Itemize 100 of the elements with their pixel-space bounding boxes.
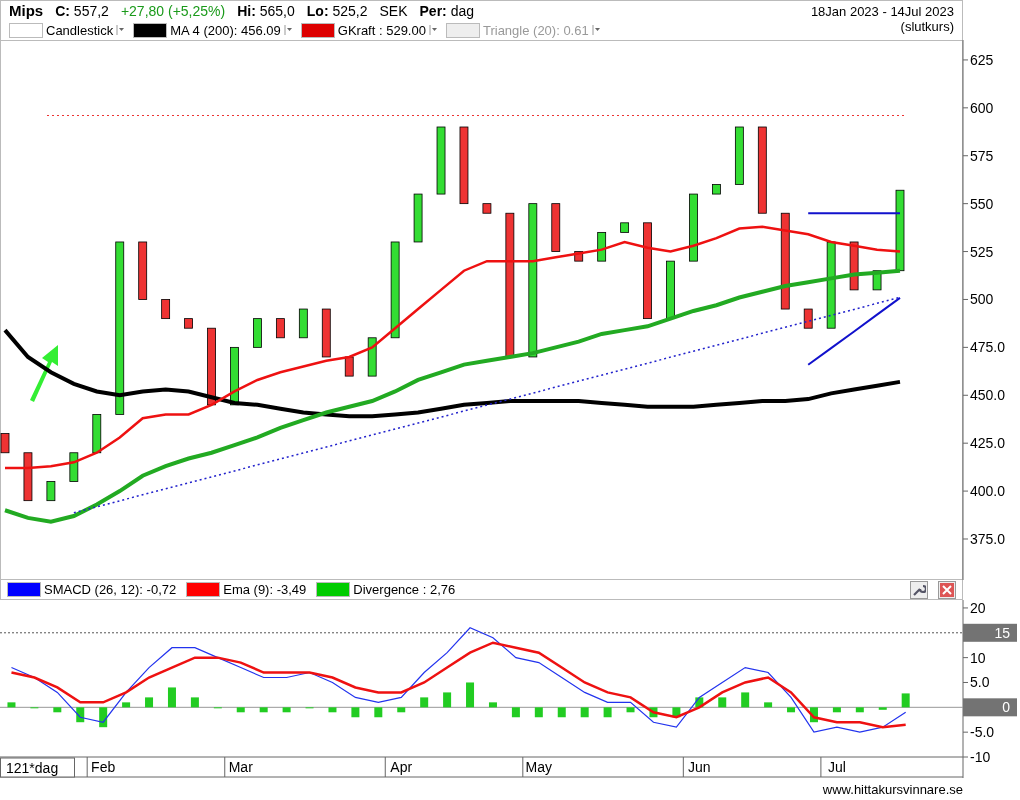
legend-label: Ema (9): -3,49 bbox=[223, 582, 307, 597]
histogram-bar bbox=[167, 687, 176, 708]
candlestick bbox=[0, 433, 10, 454]
currency: SEK bbox=[379, 2, 408, 19]
legend-label: Divergence : 2,76 bbox=[353, 582, 456, 597]
caret-icon[interactable] bbox=[283, 25, 293, 35]
histogram-bar bbox=[190, 697, 199, 708]
axis-tick-label: 575 bbox=[970, 147, 994, 164]
histogram-bar bbox=[76, 707, 85, 723]
axis-tick-label: 525 bbox=[970, 243, 994, 260]
histogram-bar bbox=[53, 707, 62, 713]
histogram-bar bbox=[488, 702, 497, 708]
candlestick bbox=[367, 337, 377, 377]
candlestick bbox=[436, 126, 446, 195]
axis-tick-label: 425.0 bbox=[970, 435, 1006, 452]
histogram-bar bbox=[466, 682, 475, 708]
caret-icon[interactable] bbox=[428, 25, 438, 35]
histogram-bar bbox=[259, 707, 268, 713]
legend-label: Candlestick bbox=[46, 22, 114, 38]
histogram-bar bbox=[603, 707, 612, 718]
candlestick bbox=[230, 346, 239, 406]
candlestick bbox=[620, 222, 629, 233]
candlestick bbox=[184, 318, 193, 329]
candlestick bbox=[253, 318, 262, 348]
quote-field: Per: dag bbox=[419, 2, 474, 19]
axis-tick-label: 625 bbox=[970, 51, 994, 68]
settings-button[interactable] bbox=[910, 580, 928, 599]
candlestick bbox=[161, 299, 171, 319]
quote-field: C: 557,2 bbox=[55, 2, 109, 19]
histogram-bar bbox=[397, 707, 406, 713]
histogram-bar bbox=[832, 707, 841, 713]
axis-tick-label: 400.0 bbox=[970, 483, 1006, 500]
axis-tick-label: 20 bbox=[970, 600, 986, 616]
quote-field: Hi: 565,0 bbox=[237, 2, 295, 19]
histogram-bar bbox=[99, 707, 108, 728]
histogram-bar bbox=[236, 707, 245, 713]
candlestick bbox=[734, 126, 744, 185]
histogram-bar bbox=[787, 707, 796, 713]
axis-tick-label: -5.0 bbox=[970, 724, 995, 741]
month-label: Jun bbox=[688, 759, 711, 775]
histogram-bar bbox=[718, 697, 727, 708]
candlestick bbox=[597, 232, 607, 262]
candlestick bbox=[551, 203, 561, 252]
candlestick bbox=[344, 356, 354, 377]
quote-field: Lo: 525,2 bbox=[306, 2, 368, 19]
axis-tick-label: 475.0 bbox=[970, 339, 1006, 356]
histogram-bar bbox=[351, 707, 360, 718]
histogram-bar bbox=[741, 692, 750, 708]
histogram-bar bbox=[855, 707, 864, 713]
candlestick bbox=[69, 452, 79, 482]
histogram-bar bbox=[122, 702, 131, 708]
period-label: 121*dag bbox=[0, 757, 75, 778]
price-change: +27,80 (+5,25%) bbox=[120, 2, 226, 19]
histogram-bar bbox=[420, 697, 429, 708]
candlestick bbox=[574, 251, 584, 262]
histogram-bar bbox=[145, 697, 154, 708]
histogram-bar bbox=[649, 707, 658, 718]
website-url: www.hittakursvinnare.se bbox=[822, 782, 963, 797]
histogram-bar bbox=[626, 707, 635, 713]
axis-tick-label: 5.0 bbox=[970, 674, 990, 691]
histogram-bar bbox=[534, 707, 543, 718]
histogram-bar bbox=[443, 692, 452, 708]
histogram-bar bbox=[878, 707, 887, 710]
candlestick bbox=[712, 184, 721, 195]
axis-tick-label: 375.0 bbox=[970, 531, 1006, 547]
histogram-bar bbox=[374, 707, 383, 718]
close-icon bbox=[940, 582, 954, 597]
month-label: Jul bbox=[827, 759, 846, 775]
month-label: Feb bbox=[91, 759, 116, 775]
date-range: 18Jan 2023 - 14Jul 2023 bbox=[810, 4, 954, 19]
axis-tick-label: 10 bbox=[970, 649, 986, 666]
legend-label: Triangle (20): 0.61 bbox=[482, 22, 589, 38]
candlestick bbox=[872, 270, 882, 291]
candlestick bbox=[413, 193, 423, 243]
candlestick bbox=[482, 203, 492, 214]
axis-tick-label: 500 bbox=[970, 291, 994, 308]
candlestick bbox=[23, 452, 33, 502]
wrench-icon bbox=[912, 582, 926, 597]
candlestick bbox=[666, 260, 675, 319]
caret-icon[interactable] bbox=[116, 25, 126, 35]
histogram-bar bbox=[809, 707, 818, 723]
histogram-bar bbox=[511, 707, 520, 718]
histogram-bar bbox=[282, 707, 291, 713]
caret-icon[interactable] bbox=[591, 25, 601, 35]
month-label: Apr bbox=[390, 759, 413, 775]
histogram-bar bbox=[672, 707, 681, 718]
candlestick bbox=[92, 414, 102, 454]
candlestick bbox=[321, 308, 331, 358]
candlestick bbox=[46, 481, 56, 502]
close-button[interactable] bbox=[938, 580, 956, 599]
histogram-bar bbox=[7, 702, 16, 708]
stock-symbol: Mips bbox=[9, 2, 44, 19]
histogram-bar bbox=[901, 693, 910, 708]
candlestick bbox=[689, 193, 698, 262]
axis-tick-label: 600 bbox=[970, 99, 994, 116]
legend-label: MA 4 (200): 456.09 bbox=[170, 22, 281, 38]
histogram-bar bbox=[764, 702, 773, 708]
histogram-bar bbox=[695, 697, 704, 708]
legend-label: SMACD (26, 12): -0,72 bbox=[44, 582, 177, 597]
ref-line-label: 0 bbox=[1002, 699, 1011, 716]
